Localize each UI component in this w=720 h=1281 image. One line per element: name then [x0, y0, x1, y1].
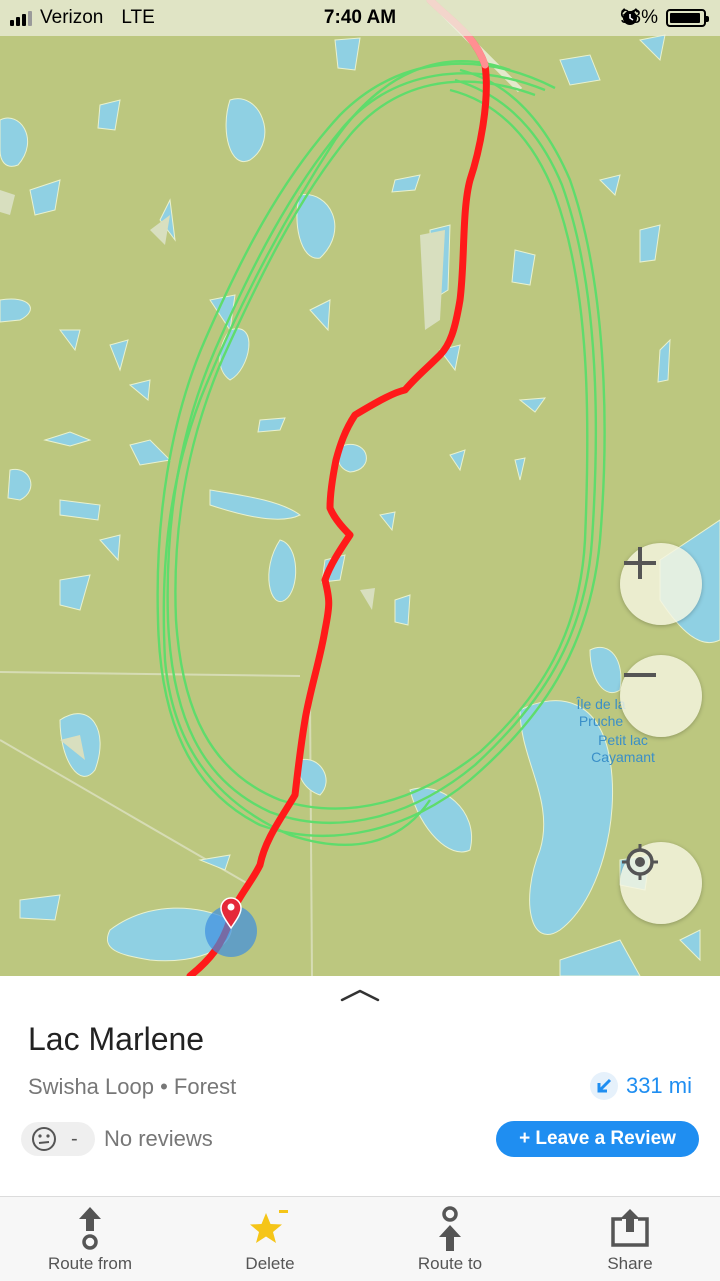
map-view[interactable]: Île de la Pruche Petit lac Cayamant Veri…	[0, 0, 720, 976]
tab-label: Delete	[245, 1254, 295, 1273]
distance-indicator: 331 mi	[589, 1072, 692, 1100]
reviews-count: No reviews	[104, 1126, 213, 1151]
zoom-out-button[interactable]	[620, 655, 702, 737]
star-icon	[250, 1210, 288, 1243]
locate-me-button[interactable]	[620, 842, 702, 924]
water-bodies	[0, 34, 720, 976]
tab-label: Route to	[417, 1254, 483, 1273]
map-canvas[interactable]	[0, 0, 720, 976]
distance-value: 331 mi	[625, 1073, 692, 1098]
crosshair-icon	[622, 844, 658, 880]
route-to-icon	[439, 1206, 461, 1251]
alarm-icon	[621, 8, 639, 25]
signal-icon	[10, 10, 32, 26]
map-label-petit-lac: Petit lac Cayamant	[591, 732, 655, 765]
minus-icon	[624, 673, 656, 677]
place-subtitle: Swisha Loop • Forest	[28, 1074, 237, 1099]
tab-share[interactable]: Share	[540, 1197, 720, 1281]
battery-icon	[666, 9, 709, 27]
zoom-in-button[interactable]	[620, 543, 702, 625]
place-title: Lac Marlene	[28, 1021, 205, 1057]
plus-icon	[624, 547, 656, 579]
tab-label: Share	[607, 1254, 653, 1273]
chevron-up-icon[interactable]	[340, 988, 380, 1002]
tab-label: Route from	[47, 1254, 133, 1273]
rating-pill[interactable]: -	[21, 1122, 95, 1156]
place-sheet[interactable]: Lac Marlene Swisha Loop • Forest 331 mi …	[0, 976, 720, 1196]
tab-delete[interactable]: Delete	[180, 1197, 360, 1281]
status-bar: Verizon LTE 7:40 AM 93%	[0, 0, 720, 36]
rating-value: -	[71, 1127, 78, 1150]
tab-route-to[interactable]: Route to	[360, 1197, 540, 1281]
network-type: LTE	[121, 7, 155, 28]
carrier-name: Verizon	[40, 7, 104, 28]
share-icon	[611, 1209, 649, 1247]
bottom-tab-bar: Route from Delete Route to Share	[0, 1196, 720, 1281]
direction-arrow-icon	[589, 1072, 618, 1100]
neutral-face-icon	[32, 1127, 56, 1151]
route-from-icon	[79, 1207, 101, 1250]
leave-review-button[interactable]: + Leave a Review	[496, 1121, 699, 1157]
tab-route-from[interactable]: Route from	[0, 1197, 180, 1281]
